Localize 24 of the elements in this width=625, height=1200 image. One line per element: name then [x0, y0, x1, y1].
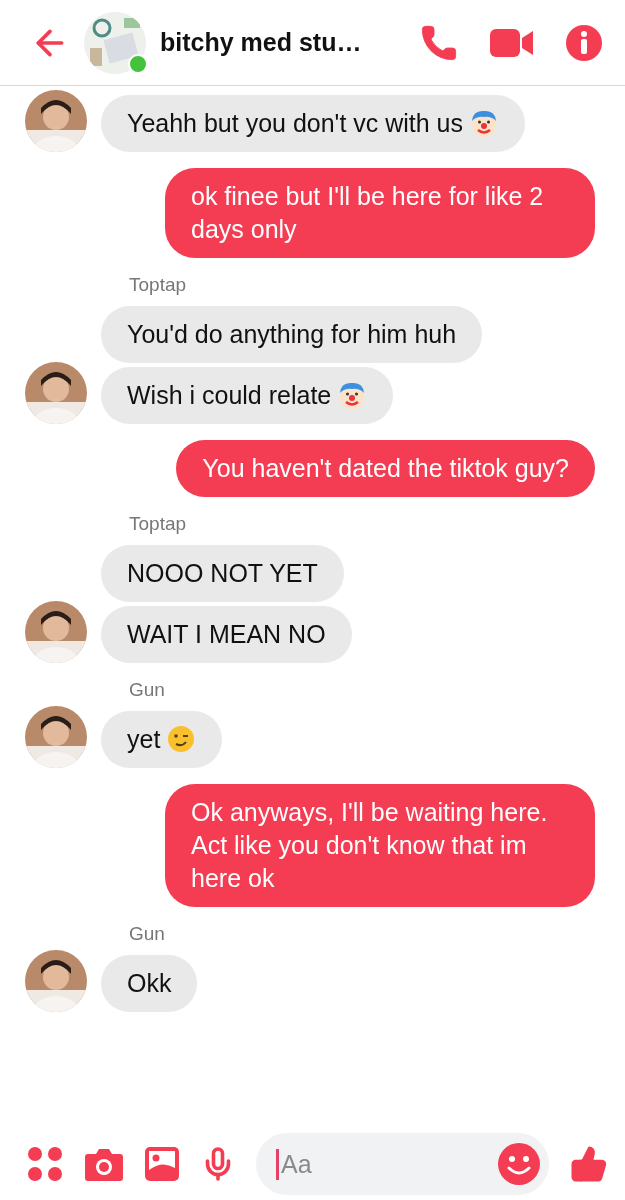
like-icon[interactable]	[569, 1144, 609, 1184]
image-icon[interactable]	[144, 1146, 180, 1182]
chat-title[interactable]: bitchy med stu…	[160, 28, 405, 57]
message-bubble[interactable]: yet	[101, 711, 223, 768]
more-icon[interactable]	[26, 1145, 64, 1183]
sender-name: Gun	[128, 923, 165, 945]
message-bubble[interactable]: NOOO NOT YET	[101, 545, 344, 602]
sender-name: Toptap	[128, 513, 187, 535]
message-bubble[interactable]: You haven't dated the tiktok guy?	[176, 440, 595, 497]
message-input-field[interactable]: Aa	[256, 1133, 549, 1195]
sender-name: Toptap	[128, 274, 187, 296]
message-bubble[interactable]: Ok anyways, I'll be waiting here. Act like you don't know that im here ok	[165, 784, 595, 907]
message-bubble[interactable]: Yeahh but you don't vc with us	[101, 95, 526, 152]
wink-icon	[166, 724, 197, 754]
message-bubble[interactable]: ok finee but I'll be here for like 2 days only	[165, 168, 595, 258]
emoji-icon[interactable]	[497, 1142, 541, 1186]
message-input[interactable]: Aa	[276, 1148, 497, 1180]
message-bubble[interactable]: WAIT I MEAN NO	[101, 606, 352, 663]
sender-name: Gun	[128, 679, 165, 701]
info-button[interactable]	[565, 23, 603, 62]
message-bubble[interactable]: Okk	[101, 955, 198, 1012]
message-bubble[interactable]: Wish i could relate	[101, 367, 394, 424]
camera-icon[interactable]	[84, 1146, 124, 1182]
message-bubble[interactable]: You'd do anything for him huh	[101, 306, 483, 363]
